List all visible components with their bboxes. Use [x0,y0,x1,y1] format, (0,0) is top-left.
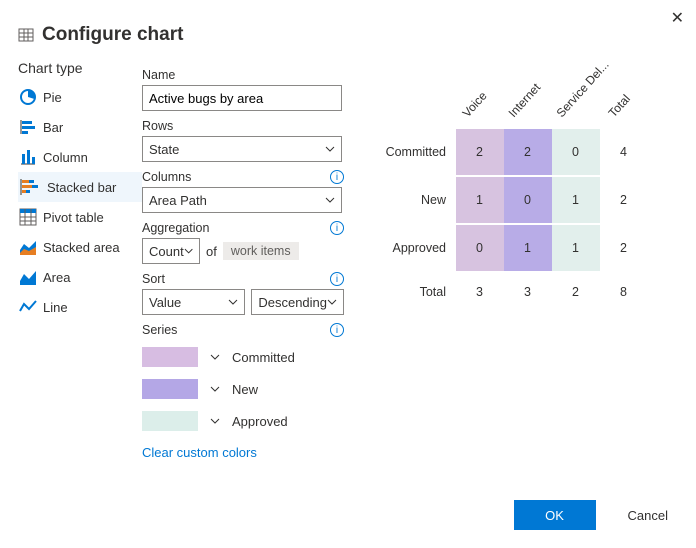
of-label: of [206,244,217,259]
chevron-down-icon[interactable] [210,416,220,426]
preview-cell: 2 [600,177,648,223]
name-label: Name [142,68,344,82]
chevron-down-icon [327,297,337,307]
info-icon[interactable]: i [330,272,344,286]
preview-cell: 1 [552,225,600,271]
clear-custom-colors-link[interactable]: Clear custom colors [142,445,344,460]
series-label: Series [142,323,177,337]
aggregation-select[interactable]: Count [142,238,200,264]
chart-type-column[interactable]: Column [18,142,142,172]
preview-cell: 2 [456,129,504,175]
sort-direction-select[interactable]: Descending [251,289,344,315]
chevron-down-icon[interactable] [210,352,220,362]
chevron-down-icon [184,246,193,256]
chevron-down-icon[interactable] [210,384,220,394]
preview-cell: 1 [504,225,552,271]
sort-direction-value: Descending [258,295,327,310]
bar-icon [19,118,37,136]
series-swatch-new[interactable] [142,379,198,399]
sort-field-select[interactable]: Value [142,289,245,315]
preview-row-label: Committed [380,145,456,159]
chart-type-label: Stacked bar [47,180,116,195]
dialog-title: Configure chart [42,24,183,46]
preview-cell: 0 [456,225,504,271]
chart-type-label: Line [43,300,68,315]
close-icon[interactable]: ✕ [671,8,684,28]
sort-label: Sort [142,272,165,286]
aggregation-value: Count [149,244,184,259]
chevron-down-icon [325,144,335,154]
info-icon[interactable]: i [330,323,344,337]
preview-cell: 2 [552,273,600,311]
pivot-table-icon [19,208,37,226]
area-icon [19,268,37,286]
columns-label: Columns [142,170,191,184]
chevron-down-icon [325,195,335,205]
pie-icon [19,88,37,106]
series-label-new: New [232,382,258,397]
aggregation-label: Aggregation [142,221,209,235]
preview-row: Total3328 [380,272,678,312]
rows-label: Rows [142,119,344,133]
chart-type-label: Pie [43,90,62,105]
chart-type-area[interactable]: Area [18,262,142,292]
preview-row: Approved0112 [380,224,678,272]
work-items-box: work items [223,242,299,260]
series-label-committed: Committed [232,350,295,365]
name-input[interactable] [142,85,342,111]
preview-row-label: New [380,193,456,207]
preview-cell: 3 [456,273,504,311]
preview-cell: 0 [552,129,600,175]
chart-type-label: Bar [43,120,63,135]
preview-cell: 4 [600,129,648,175]
column-icon [19,148,37,166]
columns-value: Area Path [149,193,207,208]
preview-cell: 0 [504,177,552,223]
info-icon[interactable]: i [330,170,344,184]
chart-type-label: Area [43,270,70,285]
cancel-button[interactable]: Cancel [622,507,674,524]
preview-cell: 3 [504,273,552,311]
rows-value: State [149,142,179,157]
preview-row-label: Approved [380,241,456,255]
chart-type-line[interactable]: Line [18,292,142,322]
chart-type-label: Pivot table [43,210,104,225]
chart-type-stacked-area[interactable]: Stacked area [18,232,142,262]
chart-type-pie[interactable]: Pie [18,82,142,112]
preview-cell: 1 [552,177,600,223]
stacked-bar-icon [19,178,41,196]
preview-cell: 8 [600,273,648,311]
preview-row: Committed2204 [380,128,678,176]
columns-select[interactable]: Area Path [142,187,342,213]
preview-row: New1012 [380,176,678,224]
preview-row-label: Total [380,285,456,299]
preview-cell: 2 [600,225,648,271]
chart-type-label: Stacked area [43,240,120,255]
info-icon[interactable]: i [330,221,344,235]
rows-select[interactable]: State [142,136,342,162]
preview-cell: 1 [456,177,504,223]
preview-col-header: Internet [506,80,544,120]
preview-cell: 2 [504,129,552,175]
chart-type-pivot-table[interactable]: Pivot table [18,202,142,232]
preview-col-header: Total [606,92,633,120]
stacked-area-icon [19,238,37,256]
series-swatch-committed[interactable] [142,347,198,367]
dialog-icon [18,27,34,43]
sort-field-value: Value [149,295,181,310]
chart-type-stacked-bar[interactable]: Stacked bar [18,172,142,202]
preview-col-header: Voice [460,89,490,120]
dialog-title-row: Configure chart [18,24,678,46]
chart-preview: Voice Internet Service Del... Total Comm… [356,60,678,460]
ok-button[interactable]: OK [514,500,596,530]
series-swatch-approved[interactable] [142,411,198,431]
chart-type-label: Column [43,150,88,165]
chevron-down-icon [228,297,238,307]
chart-type-heading: Chart type [18,60,142,76]
line-icon [19,298,37,316]
chart-type-bar[interactable]: Bar [18,112,142,142]
series-label-approved: Approved [232,414,288,429]
preview-col-header: Service Del... [554,58,612,120]
